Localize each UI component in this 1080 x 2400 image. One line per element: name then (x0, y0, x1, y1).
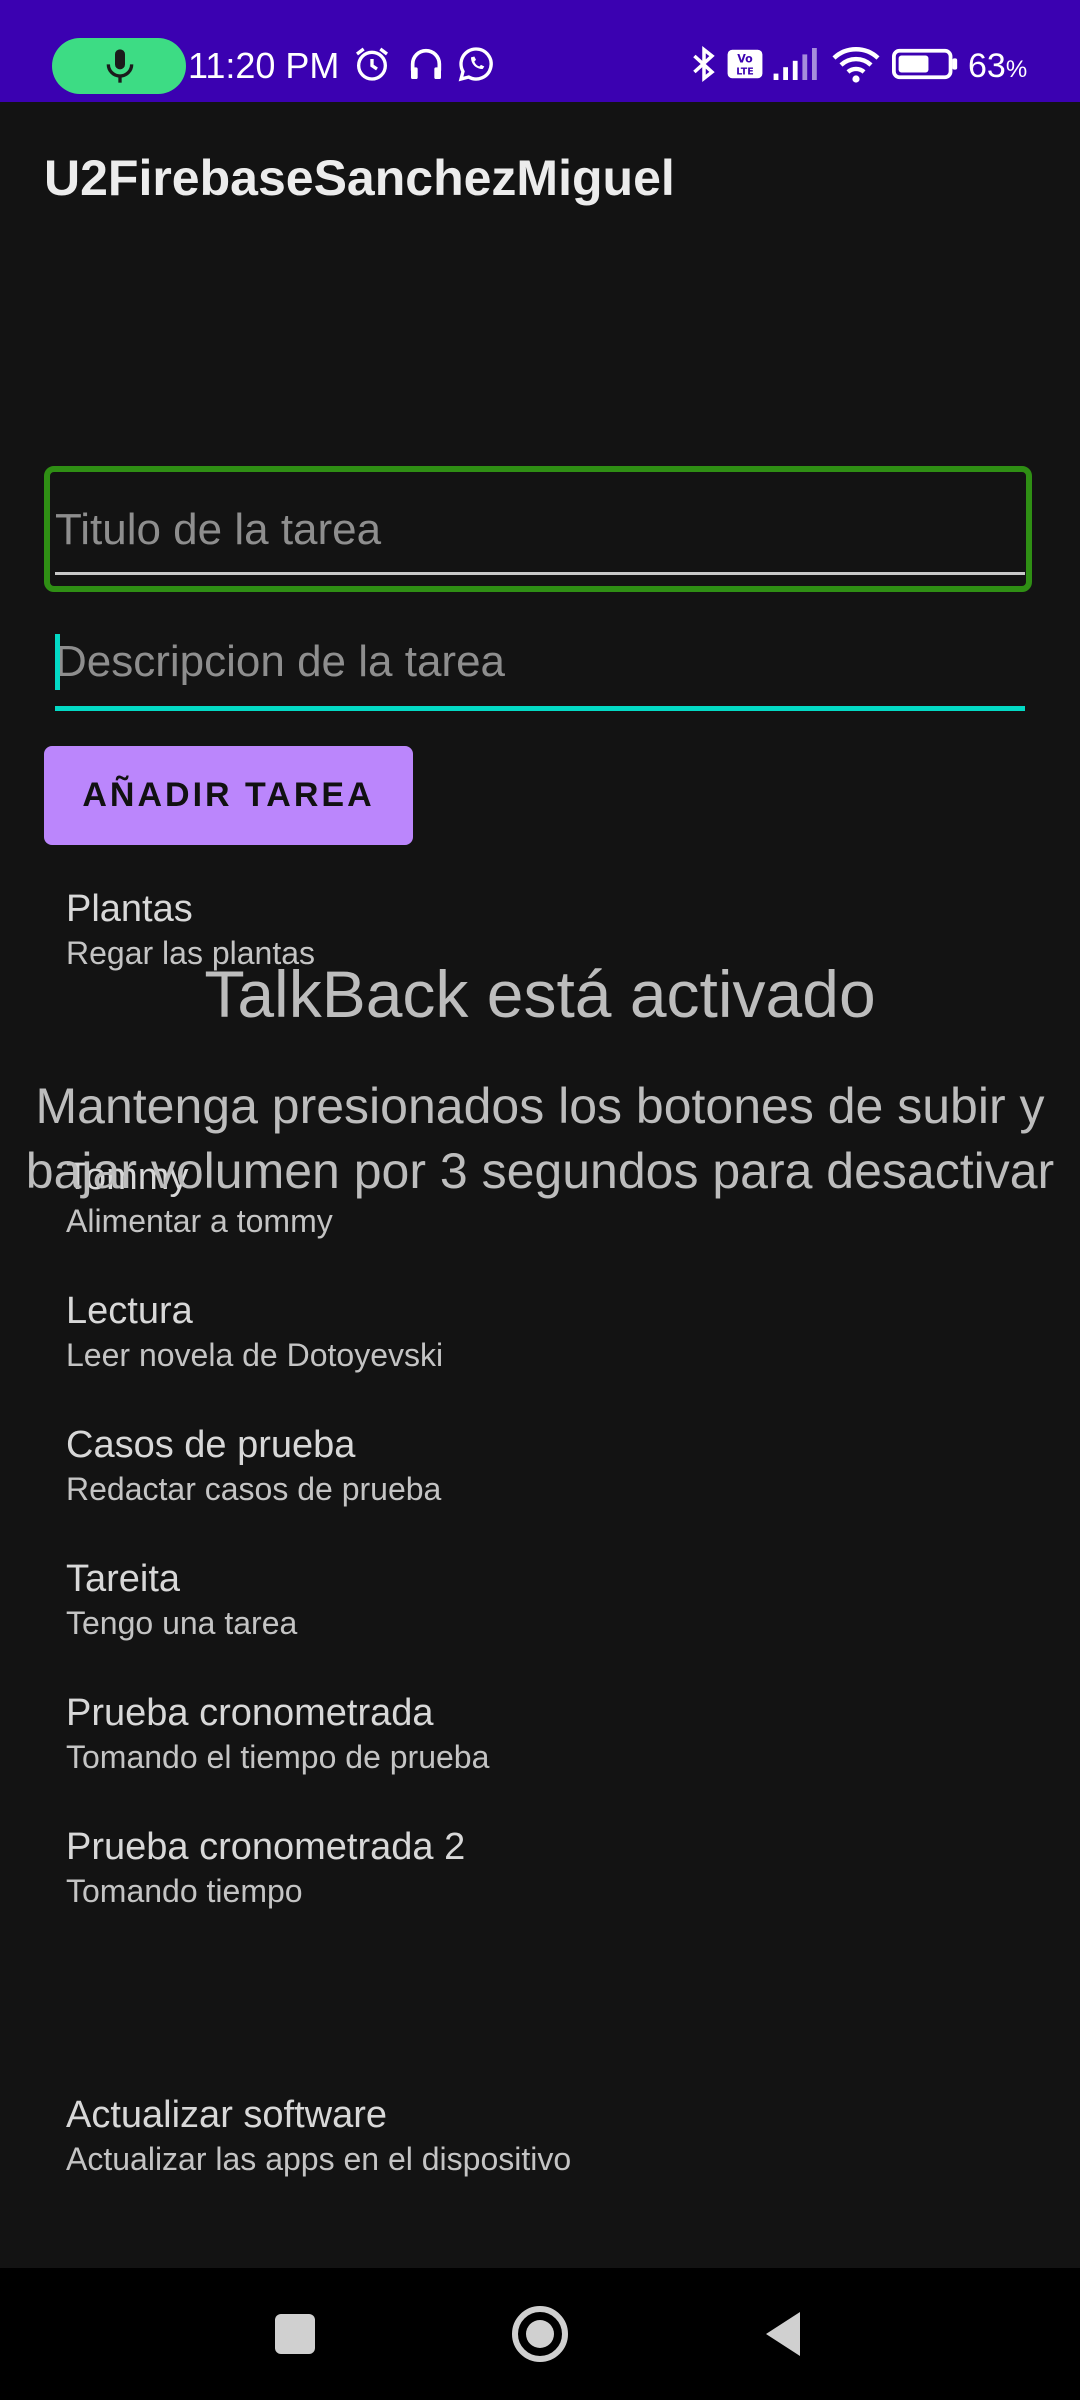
navigation-bar (0, 2268, 1080, 2400)
task-title: Tareita (66, 1558, 181, 1600)
list-item[interactable]: Casos de prueba Redactar casos de prueba (66, 1422, 1016, 1510)
home-circle-icon[interactable] (508, 2304, 572, 2364)
task-title: Prueba cronometrada 2 (66, 1826, 466, 1868)
battery-percent-value: 63 (968, 47, 1006, 85)
app-title: U2FirebaseSanchezMiguel (44, 150, 675, 206)
description-input-underline (55, 706, 1025, 711)
battery-percent-unit: % (1005, 56, 1028, 83)
svg-text:LTE: LTE (736, 66, 753, 77)
task-title: Plantas (66, 888, 193, 930)
signal-icon (773, 48, 817, 80)
recents-square-icon[interactable] (270, 2304, 320, 2364)
whatsapp-icon (458, 47, 493, 82)
task-description: Actualizar las apps en el dispositivo (66, 2141, 572, 2177)
list-item[interactable]: Prueba cronometrada 2 Tomando tiempo (66, 1824, 1016, 1912)
app-screen: 11:20 PM Vo LTE 63% U2FirebaseSanchezMig… (0, 0, 1080, 2400)
text-cursor (55, 634, 60, 690)
list-item[interactable]: Actualizar software Actualizar las apps … (66, 2092, 1016, 2180)
svg-text:Vo: Vo (737, 52, 753, 65)
mic-icon (106, 49, 134, 83)
list-item[interactable]: Prueba cronometrada Tomando el tiempo de… (66, 1690, 1016, 1778)
title-input-underline (55, 572, 1025, 575)
battery-level-fill (898, 55, 929, 73)
back-triangle-icon[interactable] (758, 2304, 808, 2364)
wifi-icon (832, 47, 880, 83)
task-title: Prueba cronometrada (66, 1692, 434, 1734)
task-title: Casos de prueba (66, 1424, 356, 1466)
status-bar: 11:20 PM Vo LTE 63% (0, 0, 1080, 102)
task-description: Redactar casos de prueba (66, 1471, 442, 1507)
task-title: Actualizar software (66, 2094, 388, 2136)
task-title: Lectura (66, 1290, 193, 1332)
talkback-overlay-title: TalkBack está activado (204, 957, 876, 1031)
headphones-icon (410, 48, 442, 79)
status-time: 11:20 PM (188, 45, 340, 86)
task-description-input[interactable] (55, 622, 1025, 702)
add-task-button[interactable]: AÑADIR TAREA (44, 746, 413, 845)
task-description: Tomando el tiempo de prueba (66, 1739, 490, 1775)
task-description: Tomando tiempo (66, 1873, 303, 1909)
task-title-input[interactable] (55, 490, 1025, 570)
list-item[interactable]: Lectura Leer novela de Dotoyevski (66, 1288, 1016, 1376)
task-description: Tengo una tarea (66, 1605, 298, 1641)
battery-percent: 63% (968, 44, 1027, 92)
list-item[interactable]: Tareita Tengo una tarea (66, 1556, 1016, 1644)
talkback-overlay-message: Mantenga presionados los botones de subi… (25, 1078, 1055, 1199)
mic-indicator-pill[interactable] (52, 38, 186, 94)
battery-icon (892, 48, 958, 80)
task-description: Alimentar a tommy (66, 1203, 333, 1239)
alarm-icon (356, 47, 388, 81)
volte-icon: Vo LTE (727, 49, 763, 79)
task-description: Leer novela de Dotoyevski (66, 1337, 444, 1373)
bluetooth-icon (693, 45, 715, 83)
